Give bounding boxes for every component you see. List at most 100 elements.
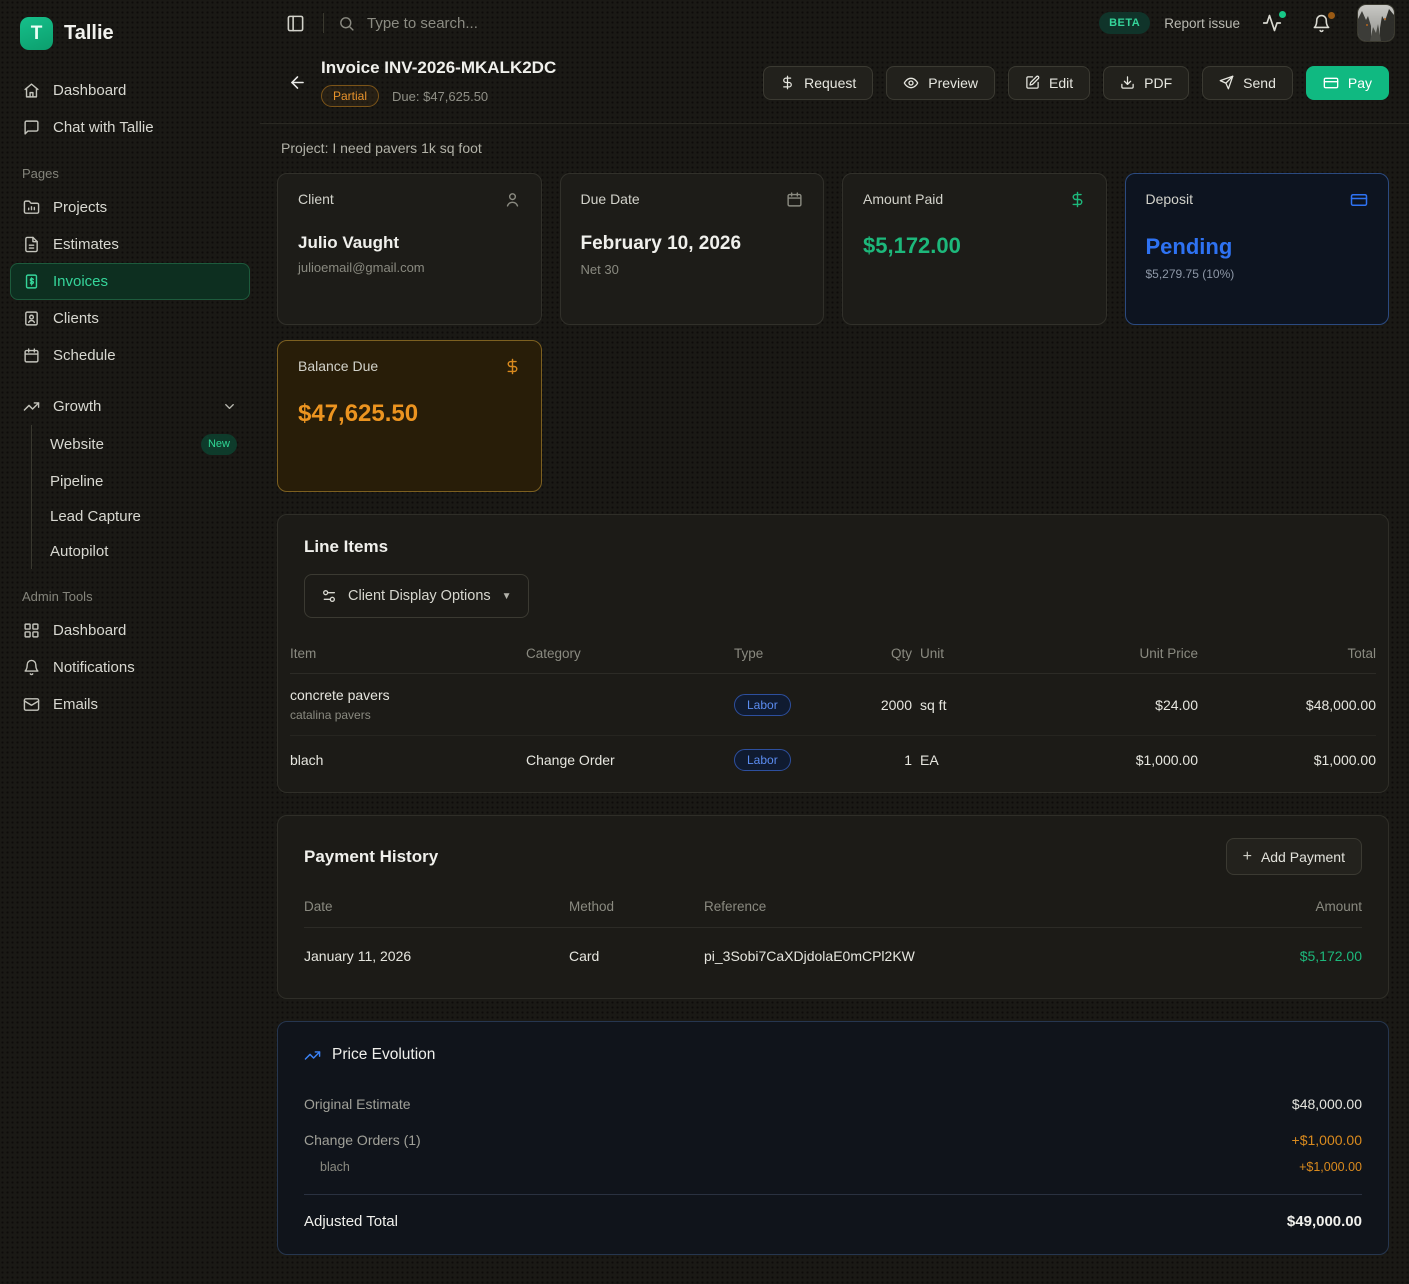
sidebar-item-growth[interactable]: Growth bbox=[10, 388, 250, 425]
sliders-icon bbox=[321, 588, 337, 604]
sidebar-item-website[interactable]: Website New bbox=[32, 425, 250, 464]
column-header: Type bbox=[734, 646, 824, 661]
credit-card-icon bbox=[1350, 191, 1368, 209]
type-badge: Labor bbox=[734, 694, 791, 716]
pay-button[interactable]: Pay bbox=[1306, 66, 1389, 100]
item-unit-price: $1,000.00 bbox=[998, 752, 1198, 768]
user-icon bbox=[504, 191, 521, 208]
sidebar-item-estimates[interactable]: Estimates bbox=[10, 226, 250, 263]
card-label: Deposit bbox=[1146, 191, 1193, 207]
button-label: Send bbox=[1243, 75, 1276, 91]
item-unit-price: $24.00 bbox=[998, 697, 1198, 713]
sidebar-item-projects[interactable]: Projects bbox=[10, 189, 250, 226]
status-badge: Partial bbox=[321, 85, 379, 107]
payment-date: January 11, 2026 bbox=[304, 948, 569, 964]
row-label: Original Estimate bbox=[304, 1096, 411, 1112]
sidebar-item-label: Clients bbox=[53, 310, 99, 327]
column-header: Total bbox=[1206, 646, 1376, 661]
table-row: concrete pavers catalina pavers Labor 20… bbox=[290, 674, 1376, 736]
search-icon bbox=[338, 15, 355, 32]
user-avatar[interactable] bbox=[1357, 4, 1395, 42]
payment-history-title: Payment History bbox=[304, 847, 438, 867]
row-value: $49,000.00 bbox=[1287, 1213, 1362, 1230]
search-input[interactable] bbox=[365, 14, 685, 33]
pdf-button[interactable]: PDF bbox=[1103, 66, 1189, 100]
column-header: Item bbox=[290, 646, 518, 661]
deposit-card: Deposit Pending $5,279.75 (10%) bbox=[1125, 173, 1390, 325]
button-label: Edit bbox=[1049, 75, 1073, 91]
item-name: concrete pavers bbox=[290, 687, 390, 703]
sidebar-item-schedule[interactable]: Schedule bbox=[10, 337, 250, 374]
client-display-options-button[interactable]: Client Display Options ▼ bbox=[304, 574, 529, 618]
client-name: Julio Vaught bbox=[298, 233, 521, 253]
item-total: $1,000.00 bbox=[1206, 752, 1376, 768]
activity-button[interactable] bbox=[1254, 11, 1290, 35]
notifications-button[interactable] bbox=[1304, 12, 1339, 35]
credit-card-icon bbox=[1323, 75, 1339, 91]
line-items-title: Line Items bbox=[304, 537, 1362, 557]
sidebar-item-label: Dashboard bbox=[53, 622, 126, 639]
sidebar-item-lead-capture[interactable]: Lead Capture bbox=[32, 499, 250, 534]
dollar-icon bbox=[780, 75, 795, 90]
sidebar-item-autopilot[interactable]: Autopilot bbox=[32, 534, 250, 569]
sidebar-item-label: Dashboard bbox=[53, 82, 126, 99]
card-label: Amount Paid bbox=[863, 191, 943, 207]
edit-icon bbox=[1025, 75, 1040, 90]
sidebar-item-label: Invoices bbox=[53, 273, 108, 290]
invoice-content: Project: I need pavers 1k sq foot Client… bbox=[260, 124, 1409, 1284]
sidebar-item-label: Schedule bbox=[53, 347, 116, 364]
invoice-title-block: Invoice INV-2026-MKALK2DC Partial Due: $… bbox=[321, 58, 556, 107]
beta-badge: BETA bbox=[1099, 12, 1150, 34]
sidebar-item-pipeline[interactable]: Pipeline bbox=[32, 464, 250, 499]
due-date-card: Due Date February 10, 2026 Net 30 bbox=[560, 173, 825, 325]
payment-reference: pi_3Sobi7CaXDjdolaE0mCPl2KW bbox=[704, 948, 1162, 964]
dollar-icon bbox=[1069, 191, 1086, 208]
sidebar-item-emails[interactable]: Emails bbox=[10, 686, 250, 723]
button-label: Preview bbox=[928, 75, 978, 91]
report-issue-link[interactable]: Report issue bbox=[1164, 16, 1240, 31]
sidebar-item-clients[interactable]: Clients bbox=[10, 300, 250, 337]
send-button[interactable]: Send bbox=[1202, 66, 1293, 100]
new-badge: New bbox=[201, 434, 237, 455]
line-items-table: Item Category Type Qty Unit Unit Price T… bbox=[278, 634, 1388, 792]
add-payment-button[interactable]: + Add Payment bbox=[1226, 838, 1362, 875]
project-label: Project: I need pavers 1k sq foot bbox=[277, 140, 1389, 156]
sidebar-item-admin-dashboard[interactable]: Dashboard bbox=[10, 612, 250, 649]
client-card: Client Julio Vaught julioemail@gmail.com bbox=[277, 173, 542, 325]
sidebar-item-label: Website bbox=[50, 436, 104, 453]
balance-due-card: Balance Due $47,625.50 bbox=[277, 340, 542, 492]
sidebar-item-notifications[interactable]: Notifications bbox=[10, 649, 250, 686]
file-text-icon bbox=[23, 236, 40, 253]
row-value: +$1,000.00 bbox=[1299, 1160, 1362, 1174]
preview-button[interactable]: Preview bbox=[886, 66, 995, 100]
sidebar-item-invoices[interactable]: Invoices bbox=[10, 263, 250, 300]
sidebar-item-label: Notifications bbox=[53, 659, 135, 676]
activity-status-dot bbox=[1279, 11, 1286, 18]
original-estimate-row: Original Estimate $48,000.00 bbox=[304, 1096, 1362, 1112]
back-button[interactable] bbox=[278, 67, 317, 98]
column-header: Qty bbox=[832, 646, 912, 661]
column-header: Category bbox=[526, 646, 726, 661]
contact-icon bbox=[23, 310, 40, 327]
price-evolution-panel: Price Evolution Original Estimate $48,00… bbox=[277, 1021, 1389, 1255]
dropdown-arrow-icon: ▼ bbox=[502, 591, 512, 602]
sidebar-item-dashboard[interactable]: Dashboard bbox=[10, 72, 250, 109]
item-qty: 1 bbox=[832, 752, 912, 768]
summary-cards-row2: Balance Due $47,625.50 bbox=[277, 340, 1389, 492]
line-items-panel: Line Items Client Display Options ▼ Item… bbox=[277, 514, 1389, 793]
sidebar-item-label: Lead Capture bbox=[50, 508, 141, 525]
download-icon bbox=[1120, 75, 1135, 90]
mail-icon bbox=[23, 696, 40, 713]
sidebar-item-label: Emails bbox=[53, 696, 98, 713]
button-label: Add Payment bbox=[1261, 849, 1345, 865]
sidebar-item-chat[interactable]: Chat with Tallie bbox=[10, 109, 250, 146]
chat-icon bbox=[23, 119, 40, 136]
search-box bbox=[338, 14, 1085, 33]
topbar-divider bbox=[323, 13, 324, 33]
edit-button[interactable]: Edit bbox=[1008, 66, 1090, 100]
payment-method: Card bbox=[569, 948, 704, 964]
sidebar-toggle-button[interactable] bbox=[282, 10, 309, 37]
line-items-header-row: Item Category Type Qty Unit Unit Price T… bbox=[290, 634, 1376, 674]
request-button[interactable]: Request bbox=[763, 66, 873, 100]
deposit-status: Pending bbox=[1146, 234, 1369, 260]
